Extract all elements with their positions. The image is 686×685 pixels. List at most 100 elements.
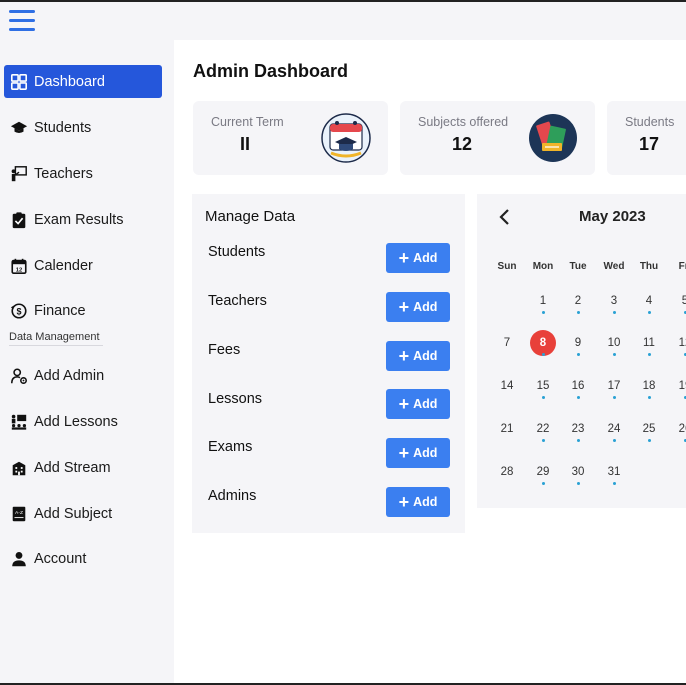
- sidebar-item-students[interactable]: Students: [4, 111, 162, 144]
- stat-value: 12: [452, 134, 473, 154]
- stat-card-subjects-offered: Subjects offered 12: [400, 101, 595, 175]
- svg-text:A-Z: A-Z: [15, 510, 23, 516]
- calendar-weekday: Sun: [497, 261, 517, 272]
- add-teachers-button[interactable]: + Add: [386, 292, 450, 322]
- sidebar-item-finance[interactable]: $ Finance: [4, 294, 162, 327]
- calendar-event-dot: [648, 439, 651, 442]
- sidebar-item-label: Finance: [34, 302, 86, 319]
- calendar-event-dot: [613, 439, 616, 442]
- sidebar-item-add-admin[interactable]: Add Admin: [4, 359, 162, 392]
- calendar-day[interactable]: 19: [672, 373, 686, 399]
- plus-icon: +: [398, 346, 410, 366]
- plus-icon: +: [398, 297, 410, 317]
- plus-icon: +: [398, 248, 410, 268]
- calendar-event-dot: [542, 396, 545, 399]
- manage-row-label: Admins: [208, 488, 257, 504]
- calendar-event-dot: [648, 311, 651, 314]
- calendar-month-title: May 2023: [579, 208, 646, 225]
- add-exams-button[interactable]: + Add: [386, 438, 450, 468]
- lessons-icon: [9, 412, 29, 432]
- graduation-calendar-icon: [321, 113, 371, 163]
- calendar-day[interactable]: 5: [672, 288, 686, 314]
- section-label-data-management: Data Management: [9, 331, 103, 346]
- calendar-event-dot: [577, 311, 580, 314]
- dashboard-icon: [9, 72, 29, 92]
- sidebar-item-teachers[interactable]: Teachers: [4, 157, 162, 190]
- stat-label: Subjects offered: [418, 115, 509, 129]
- calendar-weekday: Thu: [639, 261, 659, 272]
- sidebar-item-label: Teachers: [34, 165, 93, 182]
- manage-row-label: Exams: [208, 439, 253, 455]
- sidebar-item-add-subject[interactable]: A-Z Add Subject: [4, 497, 162, 530]
- calendar-weekday: Wed: [603, 261, 625, 272]
- teacher-board-icon: [9, 164, 29, 184]
- add-button-label: Add: [413, 446, 438, 460]
- add-lessons-button[interactable]: + Add: [386, 389, 450, 419]
- sidebar-item-label: Add Lessons: [34, 413, 118, 430]
- stat-value: II: [240, 134, 251, 154]
- top-bar: [0, 2, 686, 40]
- building-icon: [9, 458, 29, 478]
- sidebar-item-label: Calender: [34, 257, 93, 274]
- calendar-day[interactable]: 7: [494, 330, 520, 356]
- sidebar-item-account[interactable]: Account: [4, 542, 162, 575]
- chevron-left-icon[interactable]: [498, 208, 512, 226]
- calendar-day[interactable]: 14: [494, 373, 520, 399]
- add-admins-button[interactable]: + Add: [386, 487, 450, 517]
- calendar-day[interactable]: 12: [672, 330, 686, 356]
- stat-label: Students: [625, 115, 675, 129]
- calendar-event-dot: [577, 353, 580, 356]
- calendar-event-dot: [542, 311, 545, 314]
- sidebar-item-add-lessons[interactable]: Add Lessons: [4, 405, 162, 438]
- sidebar-item-calender[interactable]: 12 Calender: [4, 249, 162, 282]
- calendar-event-dot: [613, 311, 616, 314]
- plus-icon: +: [398, 394, 410, 414]
- stat-value: 17: [639, 134, 660, 154]
- calendar-weekday: Mon: [532, 261, 554, 272]
- calendar-event-dot: [648, 396, 651, 399]
- menu-icon[interactable]: [9, 10, 35, 32]
- calendar-event-dot: [542, 439, 545, 442]
- books-icon: [529, 114, 577, 162]
- svg-text:$: $: [16, 306, 21, 316]
- calendar-event-dot: [613, 396, 616, 399]
- sidebar-item-label: Add Subject: [34, 505, 113, 522]
- calendar-day[interactable]: 28: [494, 459, 520, 485]
- manage-data-title: Manage Data: [205, 208, 296, 225]
- plus-icon: +: [398, 443, 410, 463]
- add-students-button[interactable]: + Add: [386, 243, 450, 273]
- clipboard-check-icon: [9, 210, 29, 230]
- manage-row-label: Fees: [208, 342, 241, 358]
- sidebar-item-exam-results[interactable]: Exam Results: [4, 203, 162, 236]
- subject-book-icon: A-Z: [9, 504, 29, 524]
- admin-gear-icon: [9, 366, 29, 386]
- calendar-day[interactable]: 21: [494, 416, 520, 442]
- sidebar-item-label: Account: [34, 550, 87, 567]
- calendar-weekday: Tue: [569, 261, 587, 272]
- finance-icon: $: [9, 301, 29, 321]
- stat-card-current-term: Current Term II: [193, 101, 388, 175]
- add-button-label: Add: [413, 251, 438, 265]
- add-button-label: Add: [413, 349, 438, 363]
- stat-label: Current Term: [211, 115, 284, 129]
- calendar-weekday: Fri: [678, 261, 686, 272]
- calendar-icon: 12: [9, 256, 29, 276]
- calendar-event-dot: [542, 482, 545, 485]
- calendar-day[interactable]: 26: [672, 416, 686, 442]
- calendar-event-dot: [542, 353, 545, 356]
- main-content: Admin Dashboard Current Term II Subjects…: [174, 40, 686, 683]
- manage-data-panel: Manage Data Students + Add Teachers + Add …: [192, 194, 465, 533]
- sidebar-item-label: Exam Results: [34, 211, 124, 228]
- sidebar-item-add-stream[interactable]: Add Stream: [4, 451, 162, 484]
- add-button-label: Add: [413, 300, 438, 314]
- calendar-event-dot: [613, 353, 616, 356]
- sidebar-item-dashboard[interactable]: Dashboard: [4, 65, 162, 98]
- calendar-event-dot: [577, 396, 580, 399]
- svg-text:12: 12: [16, 267, 23, 273]
- add-fees-button[interactable]: + Add: [386, 341, 450, 371]
- sidebar-item-label: Add Stream: [34, 459, 111, 476]
- app-window: Dashboard Students Teachers Exam Results…: [0, 0, 686, 685]
- calendar-event-dot: [648, 353, 651, 356]
- sidebar-item-label: Dashboard: [34, 73, 105, 90]
- manage-row-label: Teachers: [208, 293, 267, 309]
